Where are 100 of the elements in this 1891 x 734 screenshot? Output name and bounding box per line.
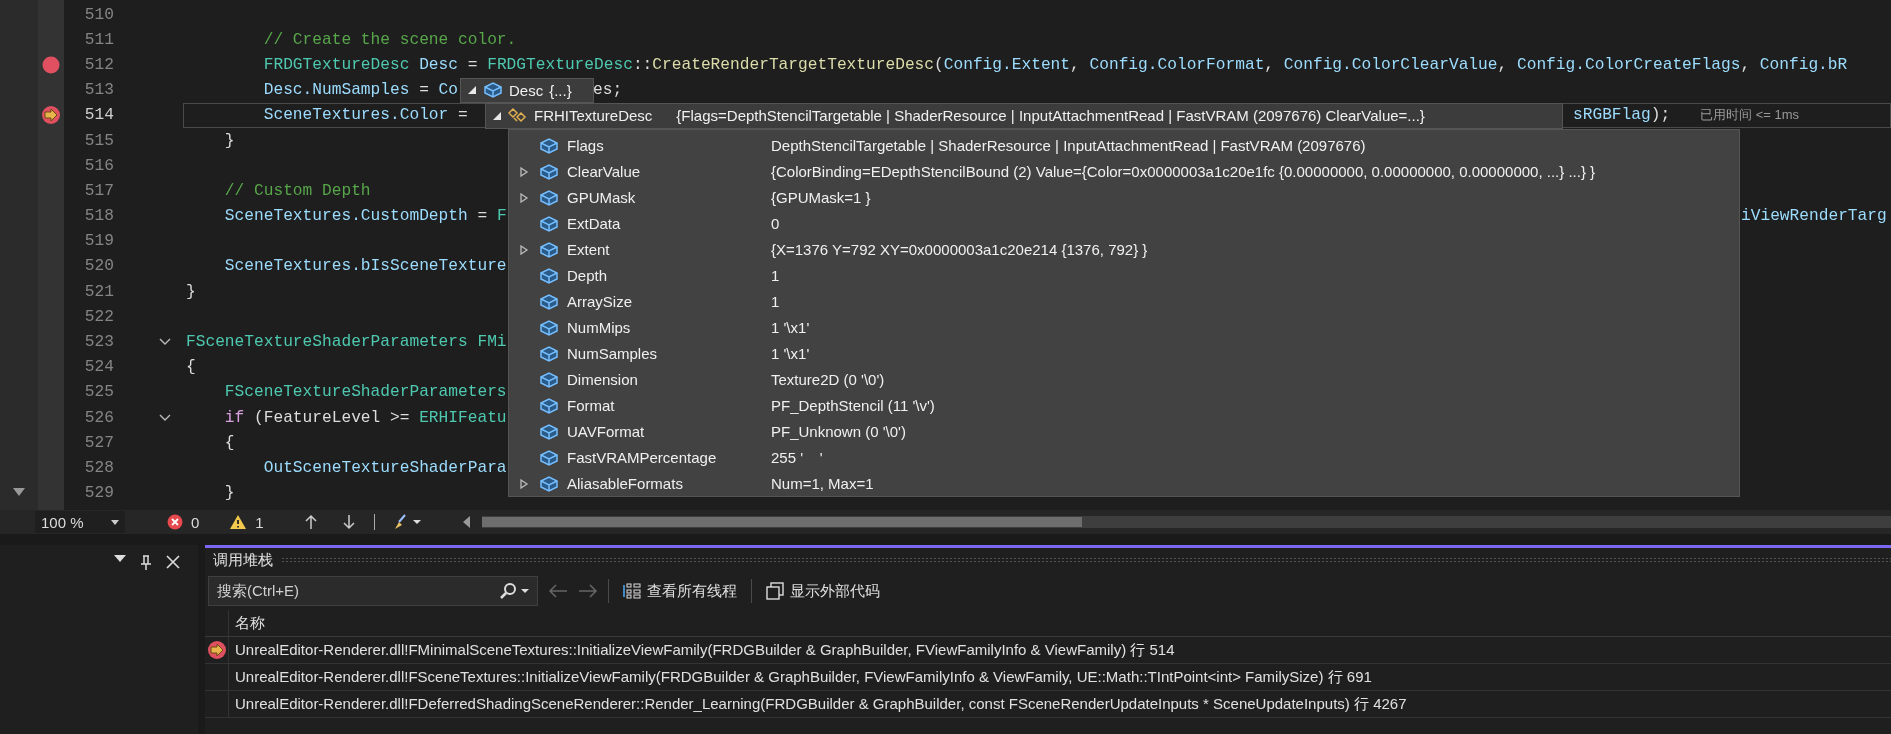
windows-icon xyxy=(766,582,784,600)
search-field[interactable]: 搜索(Ctrl+E) xyxy=(208,576,538,606)
expanded-icon[interactable] xyxy=(467,85,477,96)
line-number: 523 xyxy=(83,333,114,352)
expand-icon[interactable] xyxy=(519,166,529,177)
code-line: FSceneTextureShaderParameters xyxy=(223,383,507,402)
line-number: 529 xyxy=(83,484,114,503)
line-number: 521 xyxy=(83,282,114,301)
member-value: 255 ' ' xyxy=(771,449,824,467)
search-icon[interactable] xyxy=(499,582,529,600)
variable-name: Desc xyxy=(509,81,544,99)
member-value: {X=1376 Y=792 XY=0x0000003a1c20e214 {1376, 792} } xyxy=(771,241,1149,259)
brush-icon[interactable] xyxy=(392,513,423,531)
panel-title: 调用堆栈 xyxy=(213,550,273,570)
close-icon[interactable] xyxy=(166,555,180,569)
struct-icon xyxy=(539,266,559,285)
code-line: { xyxy=(186,358,196,377)
pin-icon[interactable] xyxy=(140,555,152,571)
member-value: PF_Unknown (0 '\0') xyxy=(771,423,907,441)
expanded-icon[interactable] xyxy=(492,110,502,121)
member-name: Extent xyxy=(567,241,611,259)
line-number: 510 xyxy=(83,5,114,24)
line-number: 522 xyxy=(83,307,114,326)
member-value: DepthStencilTargetable | ShaderResource | InputAttachmentRead | FastVRAM (2097676) xyxy=(771,137,1367,155)
collapse-icon[interactable] xyxy=(159,338,171,347)
breakpoint-icon[interactable] xyxy=(42,55,60,74)
type-name: FRHITextureDesc xyxy=(534,107,653,125)
error-icon xyxy=(167,514,183,530)
warning-count: 1 xyxy=(255,513,264,531)
member-value: 1 '\x1' xyxy=(771,319,811,337)
line-number: 513 xyxy=(83,81,114,100)
code-line: SceneTextures.Color = xyxy=(262,106,469,125)
code-line: // Create the scene color. xyxy=(262,30,517,49)
back-icon[interactable] xyxy=(548,584,568,598)
line-number: 527 xyxy=(83,433,114,452)
scrollbar-track[interactable] xyxy=(0,0,38,510)
code-line: // Custom Depth xyxy=(223,181,371,200)
scrollbar-thumb[interactable] xyxy=(481,517,1082,527)
line-number: 520 xyxy=(83,257,114,276)
member-name: AliasableFormats xyxy=(567,475,684,493)
line-number: 528 xyxy=(83,458,114,477)
dropdown-icon[interactable] xyxy=(114,555,126,563)
arrow-down-icon[interactable] xyxy=(341,514,356,530)
line-number: 514 xyxy=(83,106,114,125)
code-line: } xyxy=(223,131,235,150)
column-header[interactable]: 名称 xyxy=(228,610,1891,636)
member-name: GPUMask xyxy=(567,189,637,207)
line-number: 518 xyxy=(83,207,114,226)
scroll-left-icon[interactable] xyxy=(462,516,470,528)
member-name: UAVFormat xyxy=(567,423,646,441)
line-number: 526 xyxy=(83,408,114,427)
line-number: 516 xyxy=(83,156,114,175)
horizontal-scrollbar[interactable] xyxy=(481,516,1891,528)
forward-icon[interactable] xyxy=(578,584,598,598)
member-name: ExtData xyxy=(567,215,622,233)
stack-frame[interactable]: UnrealEditor-Renderer.dll!FDeferredShadingSceneRenderer::Render_Learning(FRDGBuilder & GraphBuilder, const FSceneRenderUpdateInputs * SceneUpdateInputs) 行 4267 xyxy=(228,691,1891,717)
toolbar-button[interactable]: 查看所有线程 xyxy=(619,579,741,603)
caret-icon xyxy=(111,519,119,525)
struct-icon xyxy=(539,474,559,493)
struct-icon xyxy=(539,318,559,337)
struct-icon xyxy=(539,162,559,181)
line-number: 524 xyxy=(83,358,114,377)
stack-frame[interactable]: UnrealEditor-Renderer.dll!FMinimalSceneTextures::InitializeViewFamily(FRDGBuilder & GraphBuilder, FViewFamilyInfo & ViewFamily) 行 514 xyxy=(228,637,1891,663)
struct-icon xyxy=(539,188,559,207)
line-number: 511 xyxy=(83,30,114,49)
code-line: es; xyxy=(593,81,623,100)
line-number: 517 xyxy=(83,181,114,200)
code-line: OutSceneTextureShaderPara xyxy=(262,458,507,477)
member-name: Depth xyxy=(567,267,609,285)
code-line: Desc.NumSamples = Co xyxy=(262,81,459,100)
member-name: Flags xyxy=(567,137,605,155)
struct-icon xyxy=(539,240,559,259)
struct-icon xyxy=(539,214,559,233)
scroll-down-icon[interactable] xyxy=(13,488,25,496)
zoom-dropdown[interactable]: 100 % xyxy=(35,511,125,533)
code-line: FSceneTextureShaderParameters FMi xyxy=(186,333,507,352)
member-name: ArraySize xyxy=(567,293,634,311)
toolbar-button[interactable]: 显示外部代码 xyxy=(762,579,884,603)
arrow-up-icon[interactable] xyxy=(303,514,318,530)
member-value: 1 '\x1' xyxy=(771,345,811,363)
expand-icon[interactable] xyxy=(519,478,529,489)
line-number: 519 xyxy=(83,232,114,251)
member-value: PF_DepthStencil (11 '\v') xyxy=(771,397,936,415)
code-line: { xyxy=(223,433,235,452)
collapse-icon[interactable] xyxy=(159,413,171,422)
code-line: } xyxy=(186,282,196,301)
expand-icon[interactable] xyxy=(519,192,529,203)
member-value: Num=1, Max=1 xyxy=(771,475,875,493)
member-value: 0 xyxy=(771,215,781,233)
member-value: 1 xyxy=(771,293,781,311)
code-line: SceneTextures.bIsSceneTexture xyxy=(223,257,507,276)
warning-icon xyxy=(229,514,248,530)
expand-icon[interactable] xyxy=(519,244,529,255)
member-value: Texture2D (0 '\0') xyxy=(771,371,886,389)
threads-icon xyxy=(623,583,641,599)
struct-icon xyxy=(539,136,559,155)
error-count: 0 xyxy=(191,513,200,531)
struct-icon xyxy=(539,344,559,363)
member-name: NumSamples xyxy=(567,345,659,363)
stack-frame[interactable]: UnrealEditor-Renderer.dll!FSceneTextures::InitializeViewFamily(FRDGBuilder & GraphBuilder, FViewFamilyInfo & ViewFamily, UE::Math::TIntPoint<int> FamilySize) 行 691 xyxy=(228,664,1891,690)
